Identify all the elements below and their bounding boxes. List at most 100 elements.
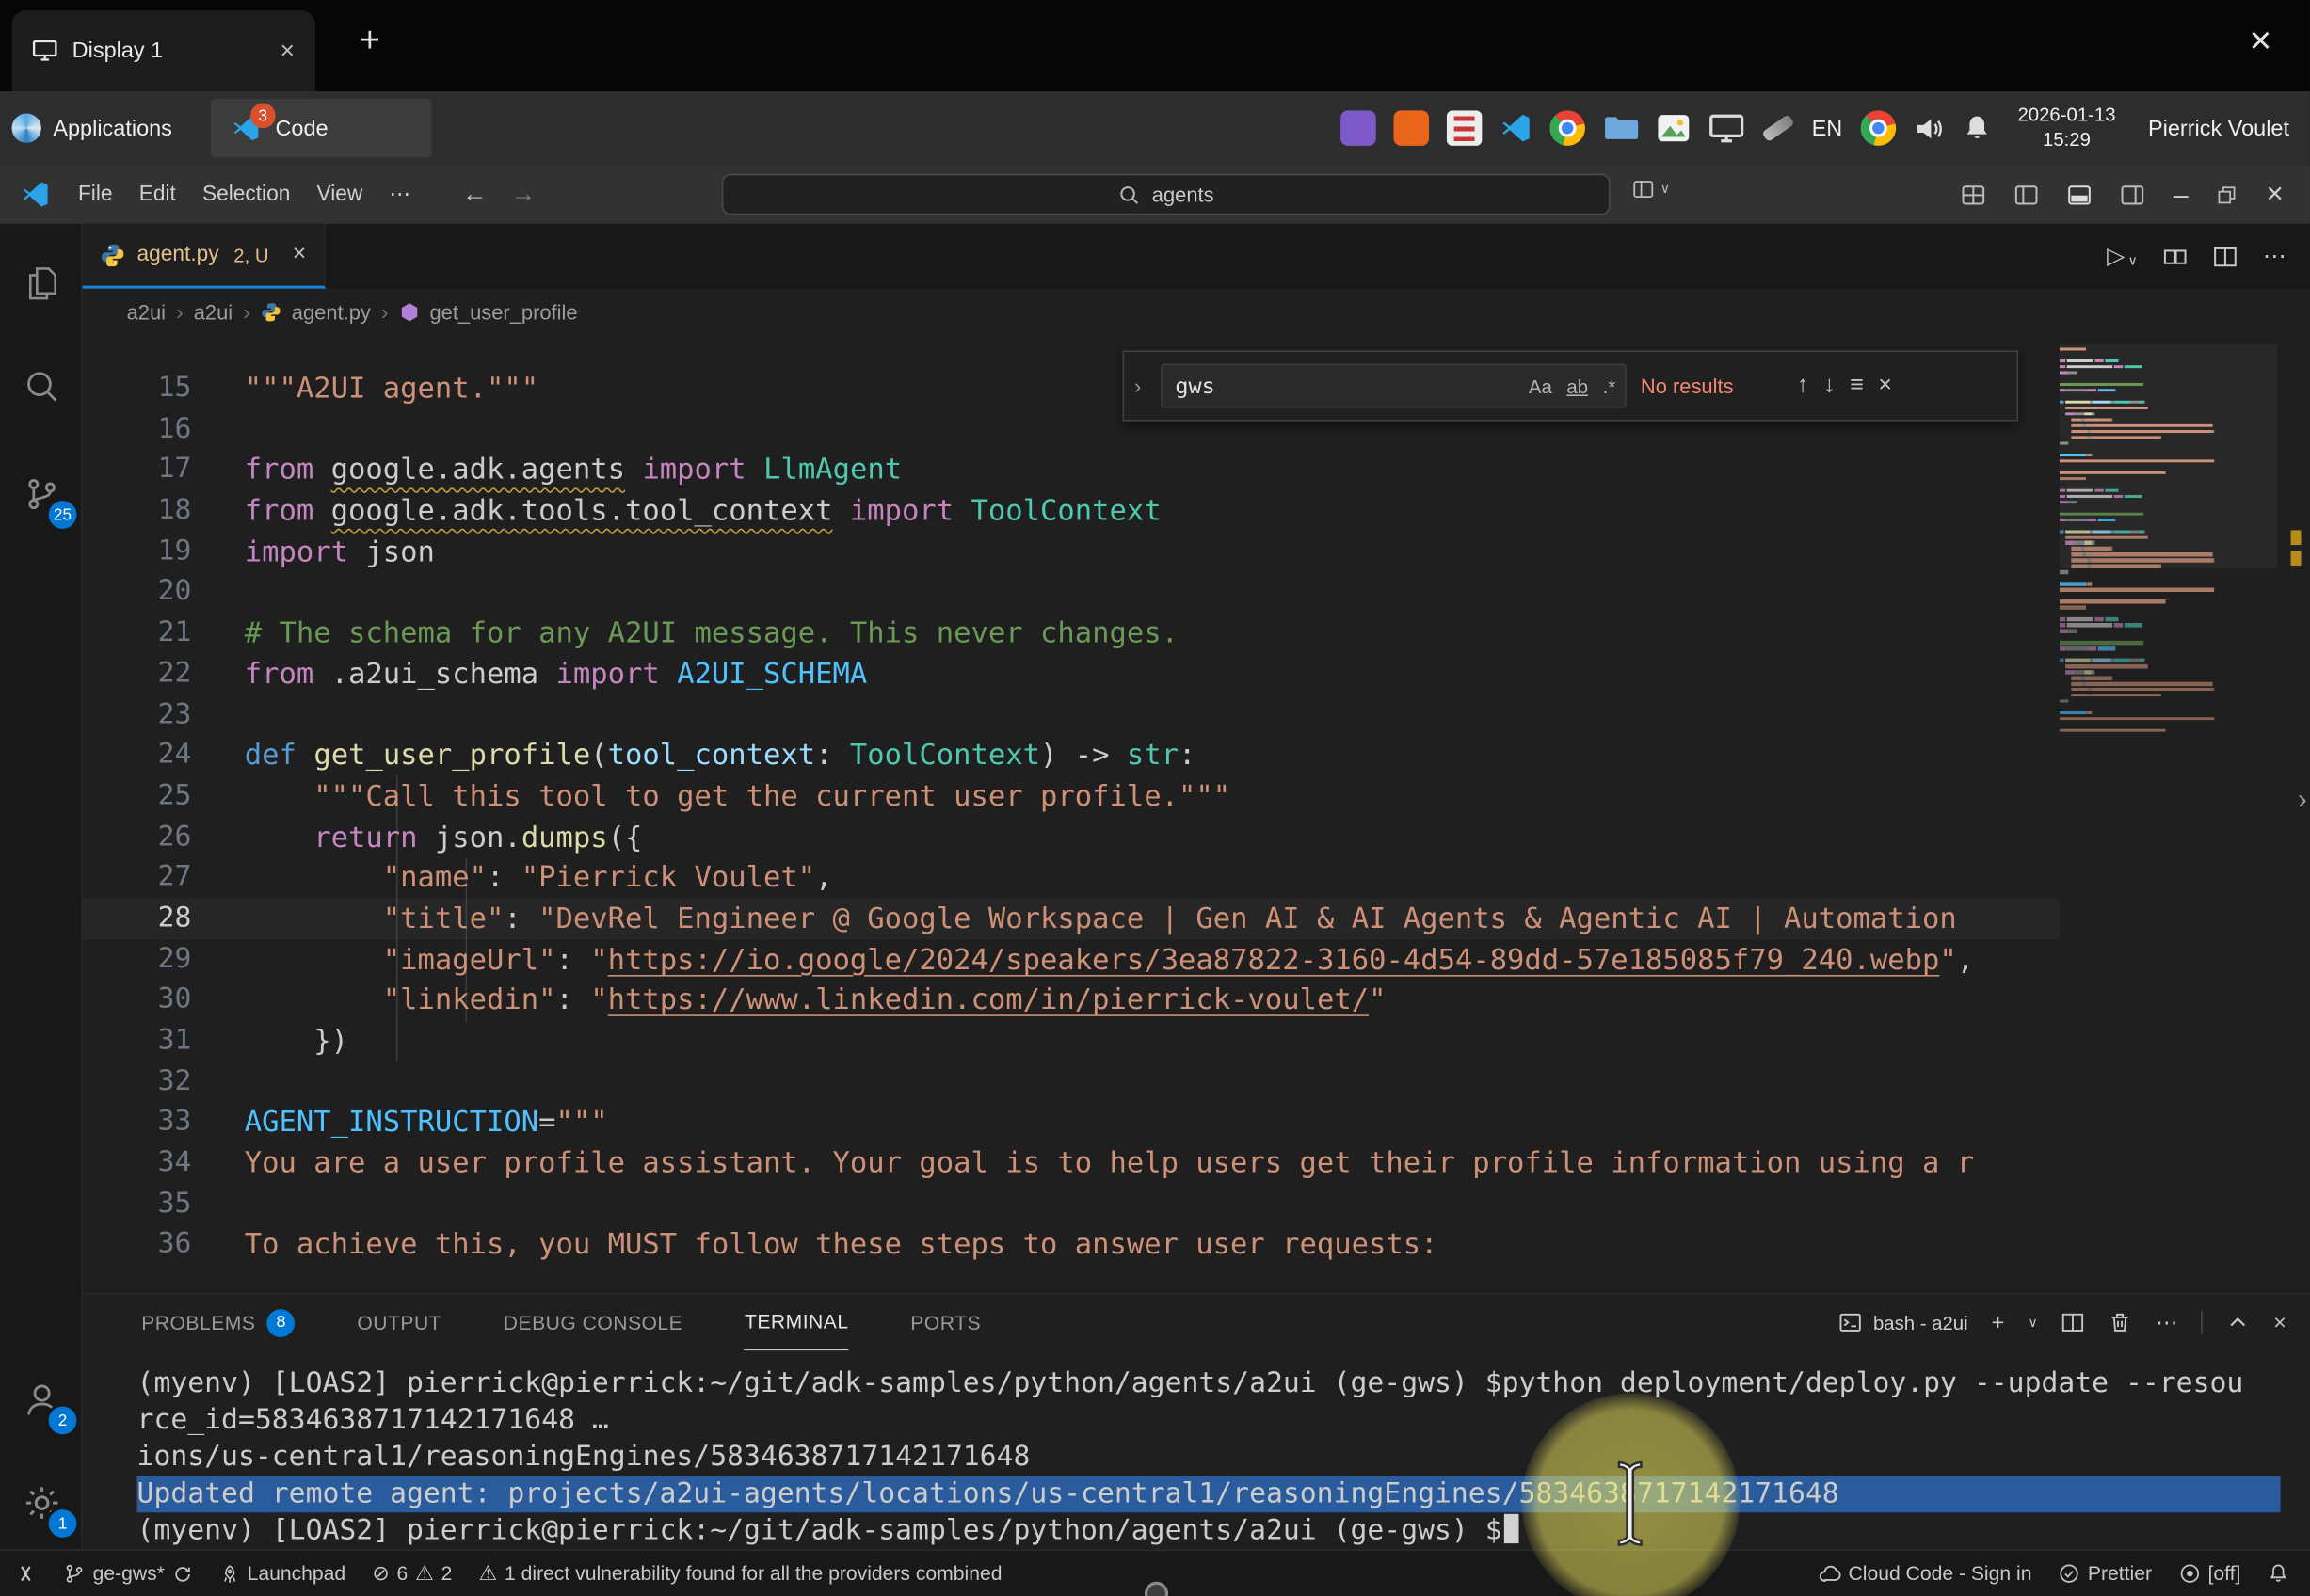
back-button[interactable]: ← <box>462 180 488 209</box>
code-line[interactable]: 20 <box>83 572 2060 613</box>
tray-vscode-icon[interactable] <box>1500 112 1532 144</box>
notifications-bell-icon[interactable] <box>2268 1562 2289 1584</box>
tray-files-icon[interactable] <box>1602 110 1638 146</box>
toggle-sidebar-icon[interactable] <box>2014 182 2040 207</box>
code-line[interactable]: 21# The schema for any A2UI message. Thi… <box>83 613 2060 653</box>
code-line[interactable]: 19import json <box>83 532 2060 572</box>
maximize-panel-icon[interactable] <box>2226 1311 2250 1334</box>
code-line[interactable]: 25 """Call this tool to get the current … <box>83 776 2060 817</box>
code-line[interactable]: 35 <box>83 1184 2060 1224</box>
toggle-secondary-sidebar-icon[interactable] <box>2120 182 2145 207</box>
taskbar-window-code[interactable]: 3 Code <box>211 99 432 158</box>
code-line[interactable]: 28 "title": "DevRel Engineer @ Google Wo… <box>83 899 2060 939</box>
menu-more-icon[interactable]: ⋯ <box>376 177 424 213</box>
split-editor-icon[interactable] <box>2213 244 2238 269</box>
open-changes-icon[interactable] <box>2162 244 2188 269</box>
menu-view[interactable]: View <box>303 177 376 213</box>
find-input[interactable]: gws Aa ab .* <box>1161 364 1627 408</box>
code-line[interactable]: 32 <box>83 1061 2060 1102</box>
terminal-line[interactable]: ◆(myenv) [LOAS2] pierrick@pierrick:~/git… <box>137 1512 2281 1549</box>
tray-tool-icon[interactable] <box>1761 114 1794 142</box>
forward-button[interactable]: → <box>511 180 537 209</box>
code-line[interactable]: 31 }) <box>83 1021 2060 1061</box>
sidebar-item-settings[interactable]: 1 <box>0 1464 83 1540</box>
breadcrumb-item-a2ui[interactable]: a2ui <box>127 300 166 324</box>
window-close-icon[interactable]: × <box>2266 178 2283 212</box>
tray-app-purple-icon[interactable] <box>1340 110 1376 146</box>
sidebar-item-source-control[interactable]: 25 <box>0 455 83 532</box>
code-line[interactable]: 33AGENT_INSTRUCTION=""" <box>83 1102 2060 1142</box>
code-line[interactable]: 17from google.adk.agents import LlmAgent <box>83 450 2060 490</box>
vulnerability-status[interactable]: ⚠ 1 direct vulnerability found for all t… <box>479 1561 1003 1587</box>
split-terminal-icon[interactable] <box>2061 1311 2085 1334</box>
code-line[interactable]: 34You are a user profile assistant. Your… <box>83 1143 2060 1184</box>
terminal-output[interactable]: (myenv) [LOAS2] pierrick@pierrick:~/git/… <box>83 1350 2310 1549</box>
kill-terminal-icon[interactable] <box>2109 1311 2132 1334</box>
whole-word-button[interactable]: ab <box>1566 375 1588 396</box>
tab-close-icon[interactable]: × <box>293 242 307 268</box>
code-line[interactable]: 18from google.adk.tools.tool_context imp… <box>83 490 2060 531</box>
terminal-instance[interactable]: bash - a2ui <box>1837 1311 1967 1334</box>
menu-selection[interactable]: Selection <box>189 177 304 213</box>
tab-debug-console[interactable]: DEBUG CONSOLE <box>504 1295 682 1349</box>
find-next-icon[interactable]: ↓ <box>1823 373 1836 399</box>
toggle-replace-icon[interactable]: › <box>1130 375 1146 398</box>
cloud-code-signin[interactable]: Cloud Code - Sign in <box>1818 1562 2032 1586</box>
tray-display-icon[interactable] <box>1708 110 1744 146</box>
applications-logo-icon[interactable] <box>12 114 41 143</box>
tray-chrome-icon[interactable] <box>1549 110 1585 146</box>
prettier-status[interactable]: Prettier <box>2059 1562 2152 1584</box>
tray-app-orange-icon[interactable] <box>1393 110 1429 146</box>
clock[interactable]: 2026-01-13 15:29 <box>2017 104 2115 153</box>
code-editor[interactable]: 15"""A2UI agent."""1617from google.adk.a… <box>83 336 2310 1293</box>
vscode-logo-icon[interactable] <box>21 180 50 209</box>
close-panel-icon[interactable]: × <box>2273 1310 2286 1335</box>
terminal-dropdown-icon[interactable]: ∨ <box>2028 1315 2037 1331</box>
window-minimize-icon[interactable]: – <box>2174 179 2189 210</box>
code-line[interactable]: 27 "name": "Pierrick Voulet", <box>83 857 2060 898</box>
remote-indicator[interactable] <box>15 1562 37 1584</box>
extension-off-status[interactable]: [off] <box>2178 1562 2240 1584</box>
regex-button[interactable]: .* <box>1603 375 1616 396</box>
tray-image-viewer-icon[interactable] <box>1656 110 1692 146</box>
code-line[interactable]: 36To achieve this, you MUST follow these… <box>83 1224 2060 1265</box>
tray-chromium-icon[interactable] <box>1860 110 1896 146</box>
panel-more-icon[interactable]: ⋯ <box>2156 1309 2177 1335</box>
toggle-panel-icon[interactable] <box>2067 182 2093 207</box>
run-python-file-button[interactable]: ▷ ∨ <box>2107 242 2138 271</box>
launchpad-button[interactable]: Launchpad <box>219 1562 345 1584</box>
code-line[interactable]: 24def get_user_profile(tool_context: Too… <box>83 735 2060 775</box>
terminal-line[interactable]: ions/us-central1/reasoningEngines/583463… <box>137 1439 2281 1476</box>
sidebar-item-explorer[interactable] <box>0 245 83 321</box>
breadcrumb-item-symbol[interactable]: get_user_profile <box>429 300 577 324</box>
tab-output[interactable]: OUTPUT <box>357 1295 441 1349</box>
terminal-line[interactable]: rce_id=5834638717142171648 … <box>137 1402 2281 1439</box>
breadcrumb-item-agent-py[interactable]: agent.py <box>292 300 371 324</box>
terminal-line-selected[interactable]: Updated remote agent: projects/a2ui-agen… <box>137 1476 2281 1512</box>
menu-edit[interactable]: Edit <box>126 177 189 213</box>
applications-menu[interactable]: Applications <box>53 116 172 141</box>
new-terminal-button[interactable]: + <box>1992 1310 2005 1335</box>
new-display-tab-button[interactable]: + <box>360 21 380 62</box>
tab-agent-py[interactable]: agent.py 2, U × <box>83 224 326 289</box>
command-center-aux-button[interactable]: ∨ <box>1632 178 1670 200</box>
find-in-selection-icon[interactable]: ≡ <box>1850 373 1864 399</box>
window-restore-icon[interactable] <box>2216 184 2238 205</box>
volume-icon[interactable] <box>1913 113 1944 144</box>
git-branch-status[interactable]: ge-gws* <box>63 1562 192 1584</box>
problems-status[interactable]: ⊘ 6 ⚠ 2 <box>372 1561 452 1587</box>
code-line[interactable]: 29 "imageUrl": "https://io.google/2024/s… <box>83 939 2060 980</box>
code-line[interactable]: 26 return json.dumps({ <box>83 817 2060 857</box>
minimap[interactable] <box>2060 347 2278 1290</box>
remote-viewer-close-icon[interactable]: × <box>2249 18 2271 64</box>
terminal-line[interactable]: (myenv) [LOAS2] pierrick@pierrick:~/git/… <box>137 1365 2281 1402</box>
keyboard-layout-indicator[interactable]: EN <box>1812 116 1843 141</box>
notifications-bell-icon[interactable] <box>1962 114 1991 143</box>
code-line[interactable]: 23 <box>83 694 2060 735</box>
tray-app-notes-icon[interactable] <box>1446 110 1482 146</box>
code-line[interactable]: 30 "linkedin": "https://www.linkedin.com… <box>83 980 2060 1020</box>
find-previous-icon[interactable]: ↑ <box>1797 373 1809 399</box>
breadcrumb-item-a2ui-2[interactable]: a2ui <box>194 300 233 324</box>
tab-ports[interactable]: PORTS <box>910 1295 981 1349</box>
command-center-search[interactable]: agents <box>722 174 1611 215</box>
